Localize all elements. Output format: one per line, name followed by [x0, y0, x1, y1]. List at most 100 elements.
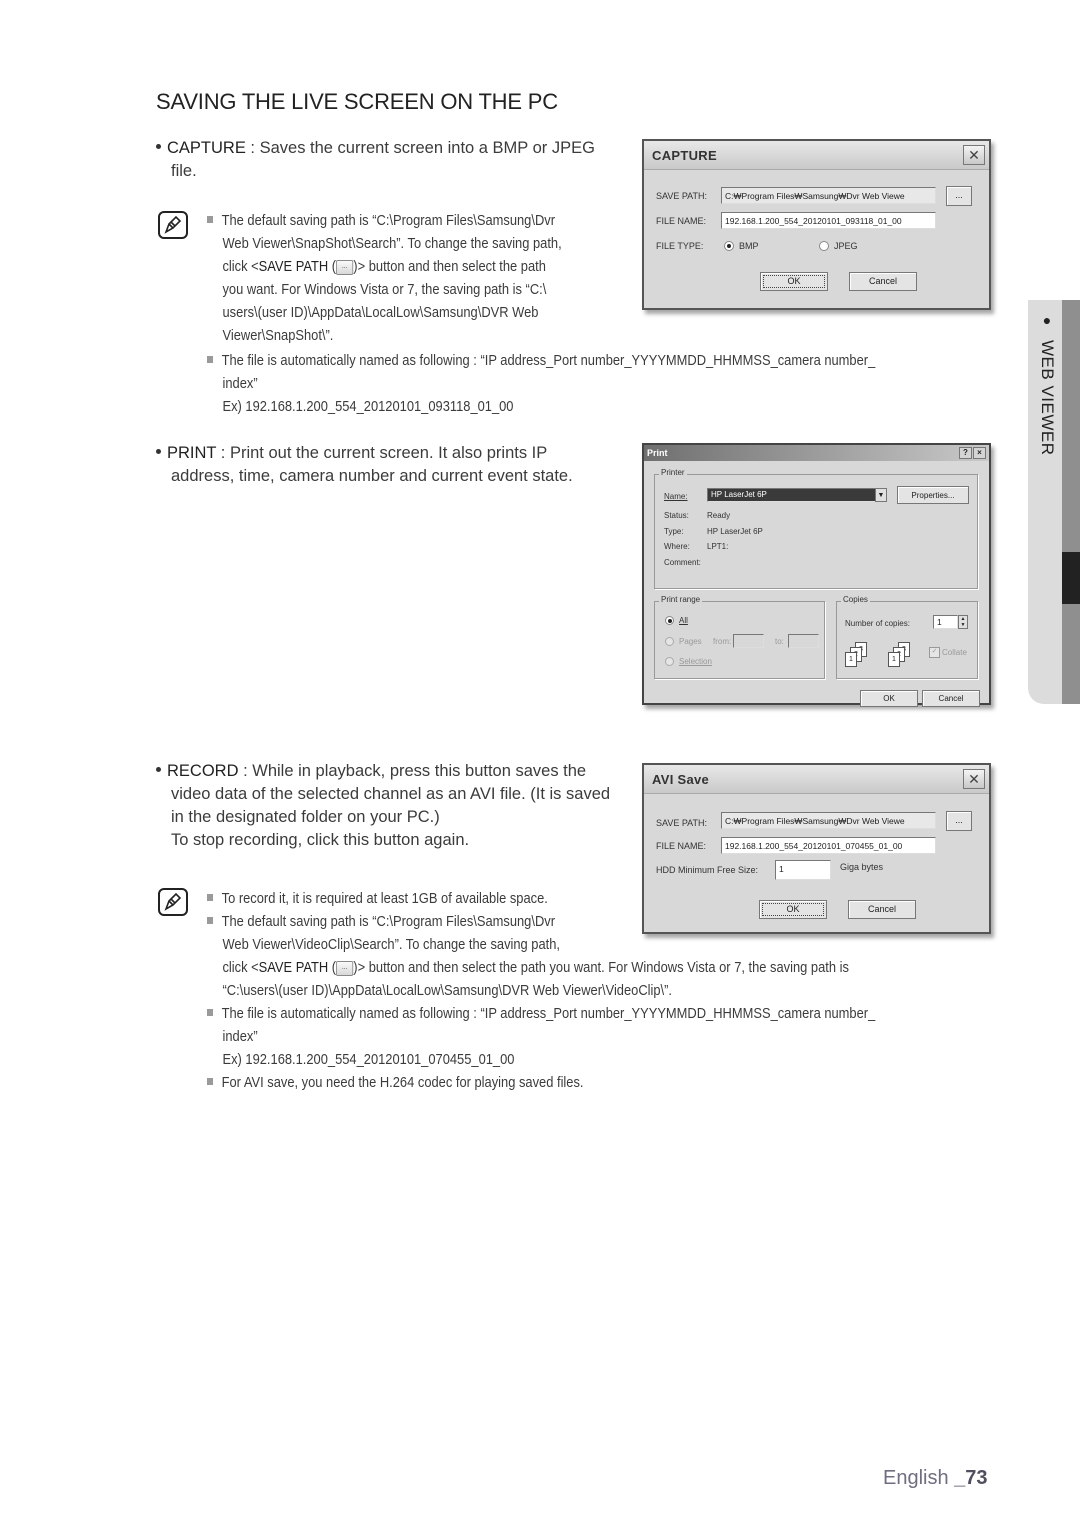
capture-dialog: CAPTURE ✕ SAVE PATH: C:₩Program Files₩Sa… [642, 139, 991, 310]
file-name-input[interactable]: 192.168.1.200_554_20120101_093118_01_00 [721, 212, 936, 229]
properties-button[interactable]: Properties... [897, 486, 969, 504]
save-path-field[interactable]: C:₩Program Files₩Samsung₩Dvr Web Viewe [721, 187, 936, 204]
printer-name-select[interactable]: HP LaserJet 6P [707, 488, 877, 502]
note-line: index” [222, 1028, 258, 1045]
where-value: LPT1: [707, 542, 729, 551]
where-label: Where: [664, 542, 690, 551]
note-bullet-icon [207, 1008, 214, 1016]
save-path-field[interactable]: C:₩Program Files₩Samsung₩Dvr Web Viewe [721, 812, 936, 829]
group-label: Printer [659, 468, 687, 477]
side-tab-strip [1062, 300, 1080, 704]
ok-button[interactable]: OK [760, 272, 828, 291]
radio-pages-label: Pages [679, 637, 702, 646]
close-icon[interactable]: ✕ [963, 769, 985, 789]
type-label: Type: [664, 527, 684, 536]
file-name-label: FILE NAME: [656, 216, 707, 226]
avi-save-dialog: AVI Save ✕ SAVE PATH: C:₩Program Files₩S… [642, 763, 991, 934]
note-line: users\(user ID)\AppData\LocalLow\Samsung… [222, 304, 539, 321]
status-value: Ready [707, 511, 731, 520]
side-tab-text: WEB VIEWER [1038, 339, 1057, 456]
note-line: Web Viewer\SnapShot\Search”. To change t… [222, 235, 562, 252]
note-line: Viewer\SnapShot\”. [222, 327, 334, 344]
page-footer: English _73 [883, 1467, 988, 1490]
collate-label: Collate [942, 648, 967, 657]
note-icon [158, 211, 188, 239]
record-keyword: RECORD [167, 762, 239, 780]
note-line: The file is automatically named as follo… [221, 1005, 876, 1022]
browse-button[interactable]: ... [946, 811, 972, 831]
print-keyword: PRINT [167, 444, 217, 462]
record-text-line: To stop recording, click this button aga… [171, 831, 470, 849]
radio-bmp[interactable] [724, 241, 734, 251]
capture-note-1: The default saving path is “C:\Program F… [207, 209, 627, 347]
print-dialog: Print ? × Printer Name: HP LaserJet 6P ▼… [642, 443, 991, 707]
file-type-label: FILE TYPE: [656, 241, 704, 251]
note-line: “C:\users\(user ID)\AppData\LocalLow\Sam… [222, 982, 673, 999]
to-label: to: [775, 637, 784, 646]
close-icon[interactable]: ✕ [963, 145, 985, 165]
chevron-down-icon[interactable]: ▼ [875, 488, 887, 502]
cancel-button[interactable]: Cancel [922, 690, 980, 707]
radio-selection[interactable] [665, 657, 674, 666]
bullet-icon [156, 767, 161, 773]
status-label: Status: [664, 511, 689, 520]
bullet-icon [156, 144, 161, 150]
bullet-icon: ● [1039, 312, 1055, 329]
type-value: HP LaserJet 6P [707, 527, 763, 536]
capture-keyword: CAPTURE [167, 139, 246, 157]
record-text-line: video data of the selected channel as an… [171, 785, 611, 803]
comment-label: Comment: [664, 558, 701, 567]
browse-button[interactable]: ... [946, 186, 972, 206]
side-tab-label: ● WEB VIEWER [1037, 312, 1057, 455]
footer-language: English [883, 1467, 949, 1489]
hdd-min-free-label: HDD Minimum Free Size: [656, 865, 759, 875]
save-path-keyword: SAVE PATH [258, 258, 329, 275]
record-text-line: in the designated folder on your PC.) [171, 808, 440, 826]
note-line: For AVI save, you need the H.264 codec f… [221, 1074, 584, 1091]
file-name-input[interactable]: 192.168.1.200_554_20120101_070455_01_00 [721, 837, 936, 854]
to-input[interactable] [788, 634, 819, 648]
cancel-button[interactable]: Cancel [849, 272, 917, 291]
name-label: Name: [664, 492, 688, 501]
radio-all-label: All [679, 616, 688, 625]
close-icon[interactable]: × [973, 447, 986, 459]
note-line: click <SAVE PATH (...)> button and then … [207, 255, 545, 278]
capture-description: CAPTURE : Saves the current screen into … [156, 137, 626, 183]
ok-button[interactable]: OK [759, 900, 827, 919]
radio-jpeg[interactable] [819, 241, 829, 251]
help-icon[interactable]: ? [959, 447, 972, 459]
note-line: Web Viewer\VideoClip\Search”. To change … [222, 936, 561, 953]
spinner-icon[interactable]: ▲ ▼ [958, 615, 968, 629]
dialog-titlebar: Print ? × [644, 445, 989, 461]
radio-pages[interactable] [665, 637, 674, 646]
capture-text-cont: file. [171, 162, 197, 180]
browse-button-icon: ... [336, 960, 354, 976]
capture-text: : Saves the current screen into a BMP or… [245, 139, 595, 157]
print-text-cont: address, time, camera number and current… [171, 467, 573, 485]
page-icon: 1 [845, 652, 857, 667]
group-label: Copies [841, 595, 870, 604]
save-path-label: SAVE PATH: [656, 191, 708, 201]
print-description: PRINT : Print out the current screen. It… [156, 442, 626, 488]
record-text: : While in playback, press this button s… [238, 762, 587, 780]
text: )> button and then select the path you w… [353, 959, 849, 976]
note-line: you want. For Windows Vista or 7, the sa… [222, 281, 547, 298]
ok-button[interactable]: OK [860, 690, 918, 707]
radio-bmp-label: BMP [739, 241, 759, 251]
printer-group: Printer Name: HP LaserJet 6P ▼ Propertie… [654, 468, 978, 589]
page-icon: 1 [888, 652, 900, 667]
from-input[interactable] [733, 634, 764, 648]
copies-group: Copies Number of copies: 1 ▲▼ 3 2 1 3 2 … [836, 595, 978, 679]
hdd-min-free-input[interactable]: 1 [775, 860, 831, 880]
copies-input[interactable]: 1 [933, 615, 958, 629]
print-text: : Print out the current screen. It also … [216, 444, 548, 462]
collate-checkbox[interactable]: ✓ [929, 647, 940, 658]
radio-jpeg-label: JPEG [834, 241, 858, 251]
side-tab-marker [1062, 552, 1080, 604]
cancel-button[interactable]: Cancel [848, 900, 916, 919]
record-description: RECORD : While in playback, press this b… [156, 760, 636, 852]
example-filename: Ex) 192.168.1.200_554_20120101_070455_01… [222, 1051, 515, 1068]
radio-all[interactable] [665, 616, 674, 625]
print-range-group: Print range All Pages from: to: Selectio… [654, 595, 825, 679]
dialog-title: CAPTURE [652, 147, 717, 163]
